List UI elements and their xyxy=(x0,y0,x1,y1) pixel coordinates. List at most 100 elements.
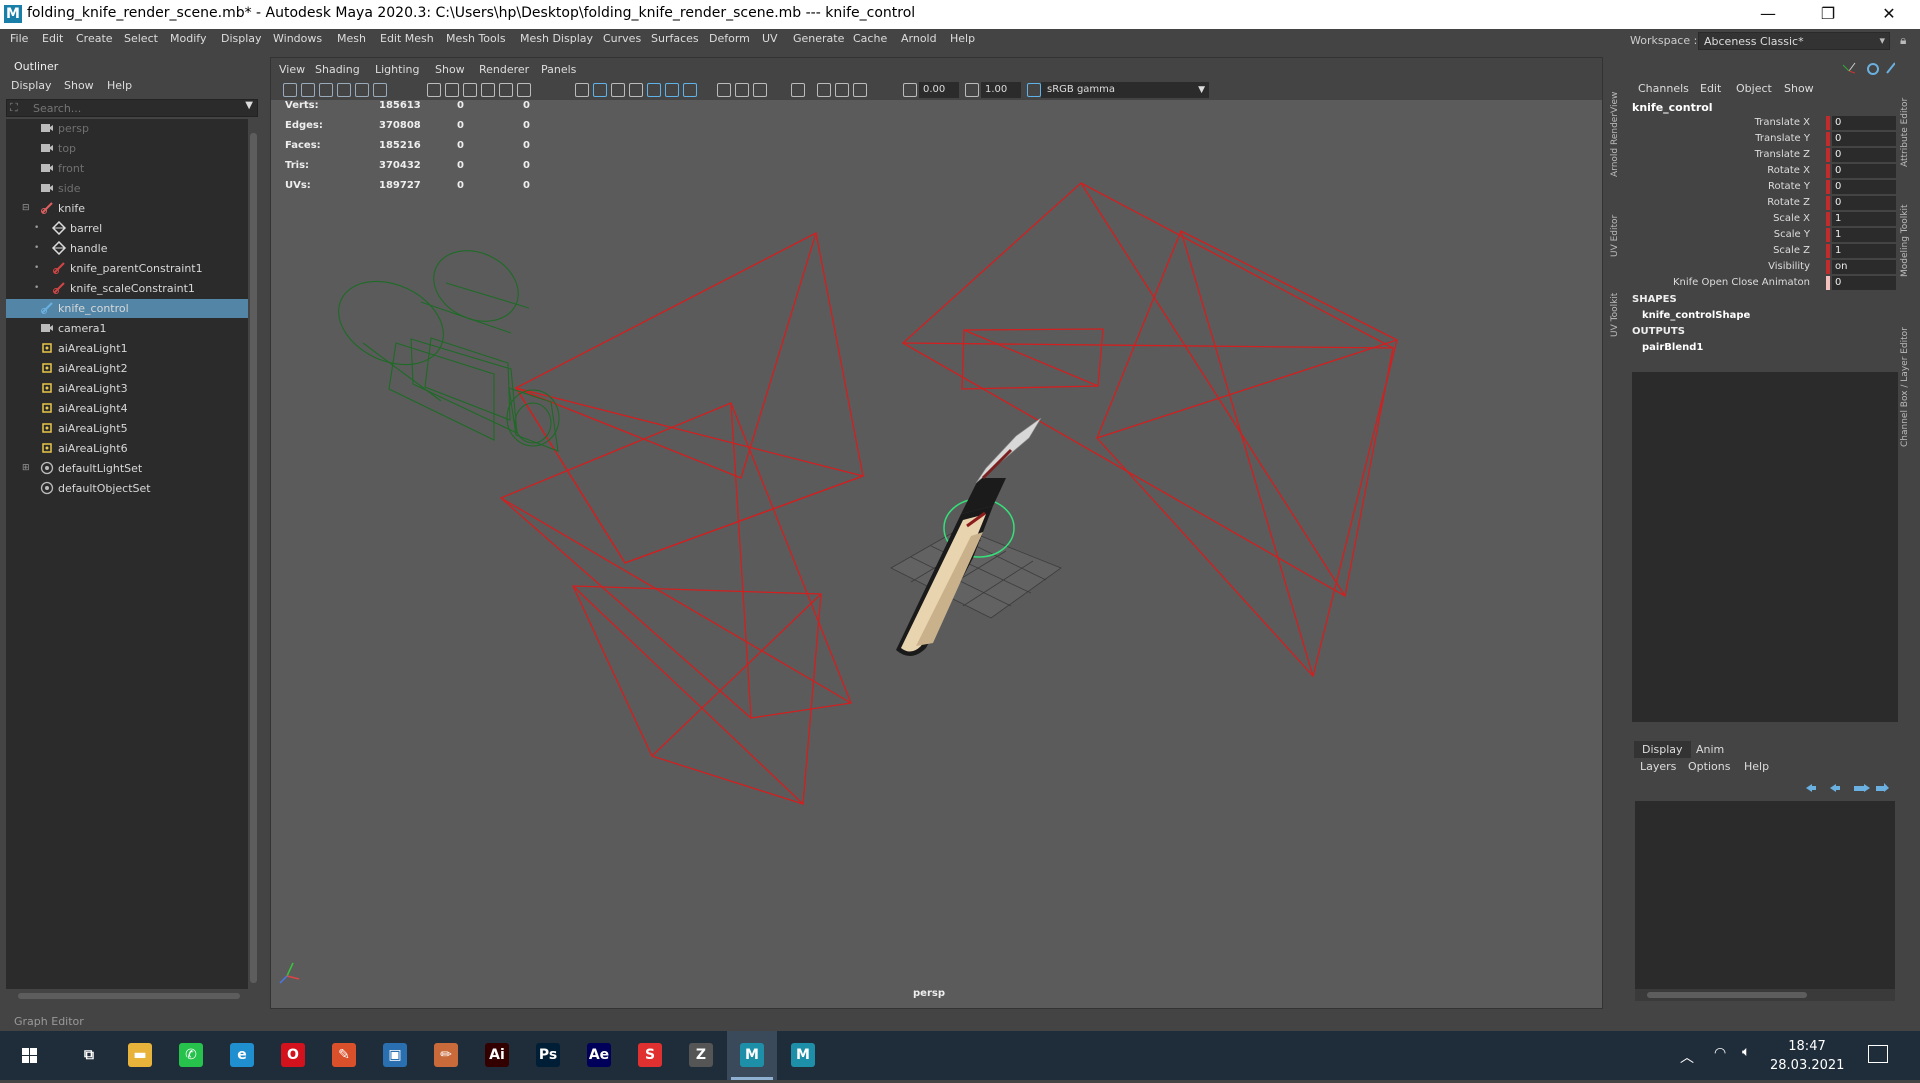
outliner-item-aiarealight5[interactable]: aiAreaLight5 xyxy=(6,419,248,438)
menu-surfaces[interactable]: Surfaces xyxy=(651,32,699,45)
grid-icon[interactable] xyxy=(427,83,441,97)
safe-action-icon[interactable] xyxy=(517,83,531,97)
attribute-value-field[interactable]: 0 xyxy=(1832,164,1896,178)
taskbar-pencil[interactable]: ✏ xyxy=(421,1031,471,1080)
select-camera-icon[interactable] xyxy=(283,83,297,97)
taskbar-task-view[interactable]: ⧉ xyxy=(64,1031,114,1080)
attribute-row[interactable]: Rotate Y 0 xyxy=(1630,179,1896,195)
outliner-item-knife_control[interactable]: knife_control xyxy=(6,299,248,318)
menu-arnold[interactable]: Arnold xyxy=(901,32,937,45)
attribute-value-field[interactable]: 0 xyxy=(1832,180,1896,194)
menu-edit[interactable]: Edit xyxy=(42,32,63,45)
attribute-row[interactable]: Rotate X 0 xyxy=(1630,163,1896,179)
minimize-button[interactable]: — xyxy=(1745,0,1791,29)
outliner-item-knife_parentconstraint1[interactable]: • knife_parentConstraint1 xyxy=(6,259,248,278)
attribute-value-field[interactable]: 0 xyxy=(1832,148,1896,162)
menu-select[interactable]: Select xyxy=(124,32,158,45)
outliner-item-camera1[interactable]: camera1 xyxy=(6,319,248,338)
output-item[interactable]: pairBlend1 xyxy=(1642,342,1703,353)
gate-mask-icon[interactable] xyxy=(481,83,495,97)
chevron-up-icon[interactable]: ︿ xyxy=(1680,1047,1694,1067)
menu-uv[interactable]: UV xyxy=(762,32,778,45)
show-menu[interactable]: Show xyxy=(1784,82,1814,95)
attribute-row[interactable]: Rotate Z 0 xyxy=(1630,195,1896,211)
viewport-menu-show[interactable]: Show xyxy=(435,63,465,76)
image-plane-icon[interactable] xyxy=(337,83,351,97)
attribute-value-field[interactable]: 0 xyxy=(1832,196,1896,210)
isolate-select-icon[interactable] xyxy=(791,83,805,97)
attribute-value-field[interactable]: 1 xyxy=(1832,244,1896,258)
outliner-item-aiarealight4[interactable]: aiAreaLight4 xyxy=(6,399,248,418)
camera-attributes-icon[interactable] xyxy=(301,83,315,97)
tab-uv-editor[interactable]: UV Editor xyxy=(1610,197,1628,257)
gamma-icon[interactable] xyxy=(965,83,979,97)
tab-arnold-renderview[interactable]: Arnold RenderView xyxy=(1610,67,1628,177)
expand-toggle-icon[interactable]: ⊟ xyxy=(22,199,32,218)
menu-display[interactable]: Display xyxy=(221,32,262,45)
menu-edit-mesh[interactable]: Edit Mesh xyxy=(380,32,434,45)
wireframe-icon[interactable] xyxy=(575,83,589,97)
attribute-value-field[interactable]: on xyxy=(1832,260,1896,274)
bookmark-icon[interactable] xyxy=(319,83,333,97)
field-chart-icon[interactable] xyxy=(499,83,513,97)
tab-modeling-toolkit[interactable]: Modeling Toolkit xyxy=(1900,177,1918,277)
outliner-item-handle[interactable]: • handle xyxy=(6,239,248,258)
outliner-menu-display[interactable]: Display xyxy=(11,79,52,92)
attribute-value-field[interactable]: 0 xyxy=(1832,132,1896,146)
menu-cache[interactable]: Cache xyxy=(853,32,887,45)
taskbar-maya-2[interactable]: M xyxy=(778,1031,828,1080)
clock[interactable]: 18:47 28.03.2021 xyxy=(1770,1037,1844,1075)
outliner-item-persp[interactable]: persp xyxy=(6,119,248,138)
attribute-value-field[interactable]: 1 xyxy=(1832,228,1896,242)
options-menu[interactable]: Options xyxy=(1688,760,1730,773)
menu-help[interactable]: Help xyxy=(950,32,975,45)
taskbar-after-effects[interactable]: Ae xyxy=(574,1031,624,1080)
help-menu[interactable]: Help xyxy=(1744,760,1769,773)
color-space-dropdown[interactable]: sRGB gamma ▼ xyxy=(1041,82,1209,98)
taskbar-zbrush[interactable]: Z xyxy=(676,1031,726,1080)
outliner-item-front[interactable]: front xyxy=(6,159,248,178)
attribute-row[interactable]: Translate Y 0 xyxy=(1630,131,1896,147)
outliner-item-knife_scaleconstraint1[interactable]: • knife_scaleConstraint1 xyxy=(6,279,248,298)
attribute-row[interactable]: Scale X 1 xyxy=(1630,211,1896,227)
maximize-button[interactable]: ❐ xyxy=(1805,0,1851,29)
outliner-item-defaultlightset[interactable]: ⊞ defaultLightSet xyxy=(6,459,248,478)
edit-menu[interactable]: Edit xyxy=(1700,82,1721,95)
color-management-icon[interactable] xyxy=(1027,83,1041,97)
outliner-item-top[interactable]: top xyxy=(6,139,248,158)
taskbar-artstudio[interactable]: ✎ xyxy=(319,1031,369,1080)
use-all-lights-icon[interactable] xyxy=(647,83,661,97)
attribute-row[interactable]: Scale Y 1 xyxy=(1630,227,1896,243)
attribute-value-field[interactable]: 0 xyxy=(1832,276,1896,290)
attribute-row[interactable]: Knife Open Close Animaton 0 xyxy=(1630,275,1896,291)
shadows-icon[interactable] xyxy=(665,83,679,97)
taskbar-photoshop[interactable]: Ps xyxy=(523,1031,573,1080)
gamma-field[interactable]: 1.00 xyxy=(981,82,1021,98)
viewport-panel[interactable]: View Shading Lighting Show Renderer Panels 0.… xyxy=(270,57,1603,1009)
menu-mesh-tools[interactable]: Mesh Tools xyxy=(446,32,506,45)
layers-menu[interactable]: Layers xyxy=(1640,760,1676,773)
menu-curves[interactable]: Curves xyxy=(603,32,641,45)
outliner-item-aiarealight1[interactable]: aiAreaLight1 xyxy=(6,339,248,358)
outliner-search[interactable]: ⛶ ▼ xyxy=(6,99,258,117)
viewport-menu-renderer[interactable]: Renderer xyxy=(479,63,529,76)
depth-of-field-icon[interactable] xyxy=(753,83,767,97)
textured-icon[interactable] xyxy=(629,83,643,97)
smooth-shade-icon[interactable] xyxy=(593,83,607,97)
menu-modify[interactable]: Modify xyxy=(170,32,206,45)
attribute-value-field[interactable]: 0 xyxy=(1832,116,1896,130)
search-options-icon[interactable]: ⛶ xyxy=(10,101,18,115)
xray-joints-icon[interactable] xyxy=(835,83,849,97)
screen-space-ao-icon[interactable] xyxy=(683,83,697,97)
chevron-down-icon[interactable]: ▼ xyxy=(245,100,253,111)
outliner-menu-help[interactable]: Help xyxy=(107,79,132,92)
network-icon[interactable]: ◠ xyxy=(1714,1045,1726,1061)
menu-windows[interactable]: Windows xyxy=(273,32,322,45)
viewport-scene[interactable] xyxy=(271,58,1602,1008)
grease-pencil-icon[interactable] xyxy=(373,83,387,97)
layer-horizontal-scrollbar[interactable] xyxy=(1635,989,1895,1001)
shape-item[interactable]: knife_controlShape xyxy=(1642,310,1750,321)
attribute-value-field[interactable]: 1 xyxy=(1832,212,1896,226)
workspace-dropdown[interactable]: Abceness Classic* ▾ xyxy=(1698,32,1890,50)
motion-blur-icon[interactable] xyxy=(717,83,731,97)
